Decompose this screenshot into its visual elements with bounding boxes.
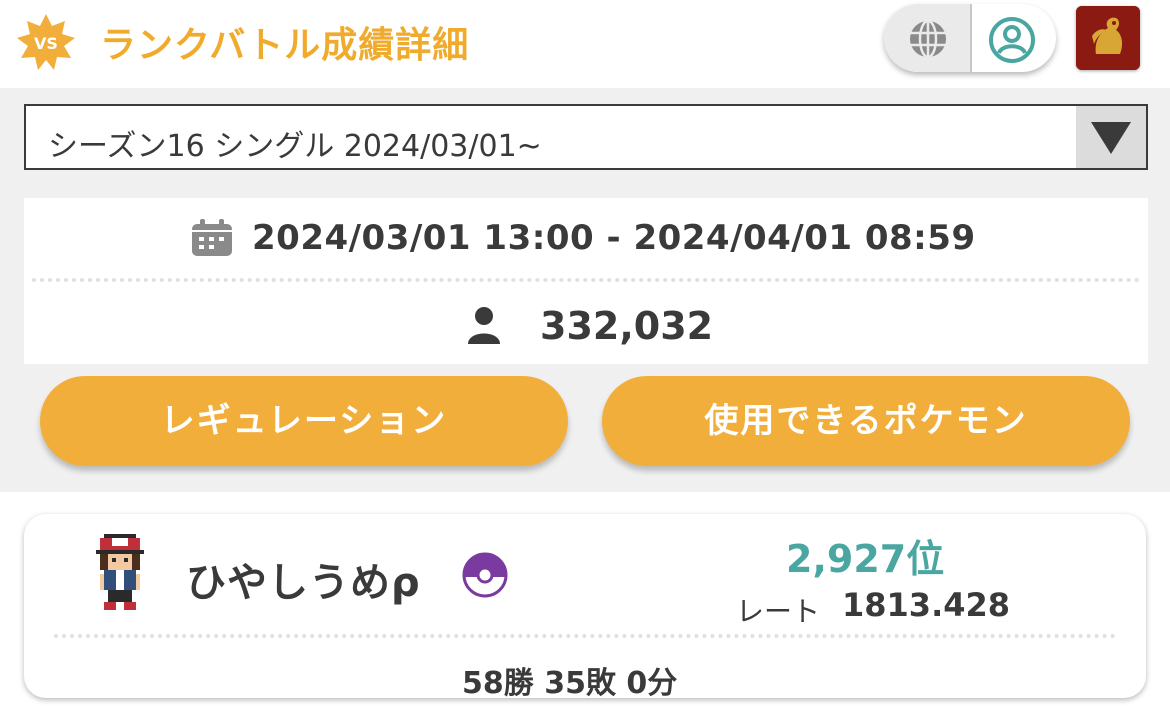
globe-icon[interactable] — [906, 17, 950, 61]
svg-text:VS: VS — [34, 34, 58, 53]
triangle-down-icon — [1091, 122, 1131, 154]
divider — [970, 4, 972, 72]
vs-badge-icon: VS — [17, 14, 75, 70]
regulation-button[interactable]: レギュレーション — [40, 376, 568, 466]
trainer-sprite-icon — [96, 534, 144, 610]
pokemon-emblem-icon — [1076, 6, 1140, 70]
user-circle-icon[interactable] — [988, 16, 1036, 64]
player-count: 332,032 — [540, 304, 714, 348]
page-title: ランクバトル成績詳細 — [100, 25, 470, 66]
season-info-box: 2024/03/01 13:00 - 2024/04/01 08:59 332,… — [24, 198, 1148, 364]
season-dropdown[interactable]: シーズン16 シングル 2024/03/01~ — [24, 104, 1148, 170]
divider — [32, 278, 1140, 282]
divider — [54, 634, 1116, 638]
calendar-icon — [192, 219, 232, 256]
header-icon-group — [884, 4, 1056, 72]
dropdown-toggle[interactable] — [1076, 106, 1146, 168]
player-name: ひやしうめρ — [186, 560, 421, 606]
header-bar: VS ランクバトル成績詳細 — [0, 0, 1170, 88]
rate-value: 1813.428 — [842, 586, 1011, 624]
win-loss-record: 58勝 35敗 0分 — [462, 666, 678, 701]
avatar[interactable] — [1076, 6, 1140, 70]
rank-value: 2,927位 — [786, 537, 945, 581]
season-section: シーズン16 シングル 2024/03/01~ 2024/03/01 13:00… — [0, 88, 1170, 492]
usable-pokemon-button[interactable]: 使用できるポケモン — [602, 376, 1130, 466]
season-dropdown-value: シーズン16 シングル 2024/03/01~ — [48, 129, 542, 164]
player-card[interactable]: ひやしうめρ 2,927位 レート 1813.428 58勝 35敗 0分 — [24, 514, 1146, 701]
rate-label: レート — [736, 595, 821, 628]
person-icon — [468, 307, 500, 344]
master-ball-icon — [462, 552, 508, 598]
season-date-range: 2024/03/01 13:00 - 2024/04/01 08:59 — [252, 218, 976, 258]
